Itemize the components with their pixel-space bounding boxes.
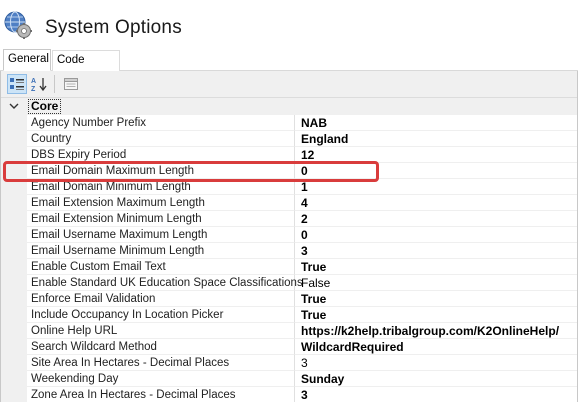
categorized-view-button[interactable]	[7, 74, 27, 94]
row-gutter	[1, 243, 27, 259]
property-value[interactable]: True	[295, 259, 577, 275]
property-name: Agency Number Prefix	[27, 115, 295, 131]
property-name: Email Username Maximum Length	[27, 227, 295, 243]
row-gutter	[1, 371, 27, 387]
toolbar-separator	[54, 75, 55, 93]
property-toolbar: A Z	[1, 71, 577, 98]
highlight-annotation	[3, 161, 379, 182]
property-row[interactable]: Email Extension Minimum Length 2	[1, 211, 577, 227]
row-gutter	[1, 323, 27, 339]
property-pages-button[interactable]	[61, 74, 81, 94]
tab-general[interactable]: General	[3, 49, 51, 71]
property-panel: A Z Core Agency Number Prefix NAB Country E…	[0, 71, 578, 402]
property-name: Enforce Email Validation	[27, 291, 295, 307]
row-gutter	[1, 307, 27, 323]
property-grid: Core Agency Number Prefix NAB Country Engla…	[1, 98, 577, 402]
property-name: Zone Area In Hectares - Decimal Places	[27, 387, 295, 402]
property-row[interactable]: Weekending Day Sunday	[1, 371, 577, 387]
property-value[interactable]: WildcardRequired	[295, 339, 577, 355]
property-name: Email Username Minimum Length	[27, 243, 295, 259]
property-value[interactable]: https://k2help.tribalgroup.com/K2OnlineH…	[295, 323, 577, 339]
row-gutter	[1, 115, 27, 131]
property-row[interactable]: Agency Number Prefix NAB	[1, 115, 577, 131]
property-row[interactable]: Enable Standard UK Education Space Class…	[1, 275, 577, 291]
property-name: Online Help URL	[27, 323, 295, 339]
property-value[interactable]: 4	[295, 195, 577, 211]
row-gutter	[1, 131, 27, 147]
chevron-down-icon[interactable]	[9, 101, 19, 111]
property-row[interactable]: Email Username Minimum Length 3	[1, 243, 577, 259]
property-value[interactable]: True	[295, 307, 577, 323]
alphabetical-sort-button[interactable]: A Z	[29, 74, 49, 94]
property-row[interactable]: Enable Custom Email Text True	[1, 259, 577, 275]
row-gutter	[1, 195, 27, 211]
tab-code-format[interactable]: Code Format	[52, 50, 120, 85]
property-value[interactable]: Sunday	[295, 371, 577, 387]
alphabetical-sort-icon: A Z	[31, 78, 47, 92]
property-name: Search Wildcard Method	[27, 339, 295, 355]
svg-text:Z: Z	[31, 86, 36, 92]
property-row[interactable]: Email Extension Maximum Length 4	[1, 195, 577, 211]
property-name: Enable Standard UK Education Space Class…	[27, 275, 303, 291]
window-header: System Options	[0, 0, 578, 50]
row-gutter	[1, 275, 27, 291]
row-gutter	[1, 355, 27, 371]
property-name: Country	[27, 131, 295, 147]
property-name: Email Extension Maximum Length	[27, 195, 295, 211]
property-value[interactable]: 0	[295, 227, 577, 243]
row-gutter	[1, 291, 27, 307]
row-gutter	[1, 387, 27, 402]
property-name: Email Extension Minimum Length	[27, 211, 295, 227]
property-value[interactable]: 3	[295, 387, 577, 402]
property-value[interactable]: True	[295, 291, 577, 307]
property-row[interactable]: Enforce Email Validation True	[1, 291, 577, 307]
window-title: System Options	[45, 17, 182, 38]
category-label: Core	[28, 99, 62, 114]
property-row[interactable]: Include Occupancy In Location Picker True	[1, 307, 577, 323]
row-gutter	[1, 227, 27, 243]
property-row[interactable]: Email Username Maximum Length 0	[1, 227, 577, 243]
row-gutter	[1, 259, 27, 275]
property-name: Site Area In Hectares - Decimal Places	[27, 355, 295, 371]
property-value[interactable]: NAB	[295, 115, 577, 131]
property-value[interactable]: England	[295, 131, 577, 147]
property-row[interactable]: Country England	[1, 131, 577, 147]
property-row[interactable]: Search Wildcard Method WildcardRequired	[1, 339, 577, 355]
row-gutter	[1, 339, 27, 355]
property-name: Enable Custom Email Text	[27, 259, 295, 275]
property-value[interactable]: 3	[295, 355, 577, 371]
categorized-view-icon	[10, 78, 24, 90]
property-pages-icon	[64, 78, 78, 90]
tab-strip: General Code Format	[0, 49, 578, 85]
property-row[interactable]: Online Help URL https://k2help.tribalgrou…	[1, 323, 577, 339]
property-value[interactable]: False	[295, 275, 577, 291]
property-name: Include Occupancy In Location Picker	[27, 307, 295, 323]
property-row[interactable]: Site Area In Hectares - Decimal Places 3	[1, 355, 577, 371]
property-name: Weekending Day	[27, 371, 295, 387]
svg-text:A: A	[31, 78, 36, 85]
row-gutter	[1, 211, 27, 227]
gear-globe-icon	[4, 11, 32, 39]
property-row[interactable]: Zone Area In Hectares - Decimal Places 3	[1, 387, 577, 402]
property-value[interactable]: 3	[295, 243, 577, 259]
category-row-core[interactable]: Core	[1, 98, 577, 115]
property-value[interactable]: 2	[295, 211, 577, 227]
